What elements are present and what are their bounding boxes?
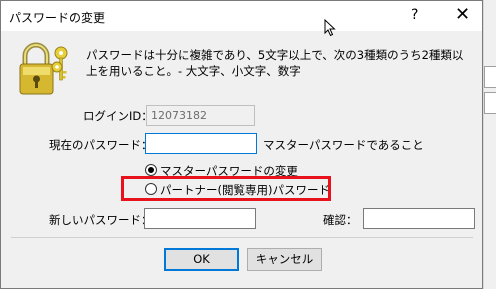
background-field [484,66,496,88]
current-password-input[interactable] [145,133,257,154]
change-password-dialog: パスワードの変更 ? ✕ パスワードは十分に複雑であり、5文字以上で、次の3種類… [0,0,483,289]
new-password-label: 新しいパスワード： [49,213,153,227]
confirm-password-input[interactable] [363,208,475,229]
login-id-label: ログインID： [83,109,153,123]
highlight-box [121,176,331,201]
lock-keys-icon [19,42,68,95]
ok-button[interactable]: OK [164,248,239,271]
current-password-hint: マスターパスワードであること [263,138,424,152]
password-requirements-text: パスワードは十分に複雑であり、5文字以上で、次の3種類のうち2種類以上を用いるこ… [86,48,464,78]
cancel-button[interactable]: キャンセル [247,248,322,271]
background-field [484,92,496,114]
login-id-field: 12073182 [146,105,255,126]
current-password-label: 現在のパスワード： [49,138,153,152]
background-window [483,0,496,289]
close-button[interactable]: ✕ [455,4,470,25]
dialog-title: パスワードの変更 [9,11,106,25]
new-password-input[interactable] [144,208,256,229]
confirm-password-label: 確認： [323,213,358,227]
mouse-cursor-icon [324,19,336,37]
title-bar: パスワードの変更 ? ✕ [1,1,482,31]
help-button[interactable]: ? [411,7,418,23]
master-password-radio[interactable] [145,164,157,176]
divider [11,237,473,238]
